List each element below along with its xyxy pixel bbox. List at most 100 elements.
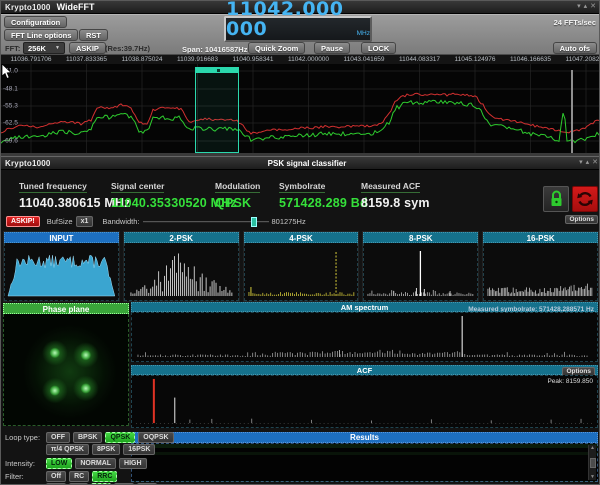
psk8-panel: 8-PSK bbox=[362, 231, 480, 302]
classifier-window: Krypto1000 PSK signal classifier ▾ ▴ ✕ T… bbox=[1, 156, 599, 484]
bufsize-button[interactable]: x1 bbox=[75, 216, 94, 227]
frequency-tick-label: 11043.041659 bbox=[343, 56, 385, 63]
filter-rrc-button[interactable]: RRC bbox=[92, 471, 118, 482]
fft-size-value: 256K bbox=[28, 43, 46, 53]
lock-toggle-button[interactable] bbox=[543, 186, 569, 212]
field-label: Modulation bbox=[215, 181, 261, 193]
field-label: Symbolrate bbox=[279, 181, 326, 193]
fft-label: FFT: bbox=[5, 44, 21, 53]
filter-rc-button[interactable]: RC bbox=[69, 471, 90, 482]
loop-oqpsk-button[interactable]: OQPSK bbox=[138, 432, 174, 443]
psk2-panel: 2-PSK bbox=[122, 231, 240, 302]
chevron-down-icon: ▼ bbox=[55, 45, 60, 51]
results-header: Results bbox=[131, 432, 598, 443]
results-list[interactable]: ▲ ▼ bbox=[131, 443, 598, 482]
results-title: Results bbox=[350, 433, 379, 442]
slider-handle[interactable] bbox=[250, 216, 257, 227]
classifier-app-name: Krypto1000 bbox=[5, 158, 51, 168]
scrollbar-thumb[interactable] bbox=[589, 457, 596, 468]
lock-button[interactable]: LOCK bbox=[361, 42, 397, 54]
resync-button[interactable] bbox=[572, 186, 598, 212]
loop-pi4qpsk-button[interactable]: π/4 QPSK bbox=[46, 444, 89, 455]
panel-body bbox=[243, 243, 359, 301]
intensity-low-button[interactable]: LOW bbox=[46, 458, 73, 469]
spectrum-plot[interactable]: -41.0 -48.1 -55.3 -62.5 -69.6 bbox=[1, 64, 599, 153]
resolution-label: (Res:39.7Hz) bbox=[105, 44, 151, 53]
panel-body bbox=[483, 243, 598, 301]
app-name: Krypto1000 bbox=[5, 2, 51, 12]
askip-status-button[interactable]: ASKIP! bbox=[6, 216, 40, 227]
bufsize-label: BufSize bbox=[46, 217, 73, 226]
window-close-icon[interactable]: ✕ bbox=[590, 2, 596, 12]
psk8-trace bbox=[367, 251, 474, 296]
field-label: Measured ACF bbox=[361, 181, 421, 193]
acf-trace bbox=[135, 378, 594, 424]
frequency-tick-label: 11045.124976 bbox=[454, 56, 496, 63]
frequency-tick-label: 11044.083317 bbox=[398, 56, 441, 63]
psk2-trace bbox=[130, 253, 233, 296]
window-title: WideFFT bbox=[56, 2, 95, 12]
panel-header: INPUT bbox=[4, 232, 119, 243]
frequency-display[interactable]: 11042.000 000 MHz bbox=[224, 1, 372, 42]
frequency-tick-label: 11046.166635 bbox=[509, 56, 552, 63]
auto-ofs-button[interactable]: Auto ofs bbox=[552, 42, 597, 54]
mouse-cursor-icon bbox=[1, 64, 12, 80]
am-spectrum-trace bbox=[137, 316, 588, 357]
phase-plane-header: Phase plane bbox=[3, 303, 129, 314]
pause-button[interactable]: Pause bbox=[314, 42, 351, 54]
frequency-tick-label: 11039.916683 bbox=[176, 56, 219, 63]
fft-line-options-button[interactable]: FFT Line options bbox=[4, 29, 79, 41]
classifier-options-button[interactable]: Options bbox=[565, 215, 598, 224]
application-window: Krypto1000 WideFFT ▾ ▴ ✕ Configuration F… bbox=[0, 0, 600, 485]
loop-bpsk-button[interactable]: BPSK bbox=[73, 432, 103, 443]
phase-plane-panel: Phase plane bbox=[3, 303, 129, 426]
intensity-normal-button[interactable]: NORMAL bbox=[75, 458, 117, 469]
loop-16psk-button[interactable]: 16PSK bbox=[123, 444, 156, 455]
window-close-icon[interactable]: ✕ bbox=[592, 158, 598, 168]
window-minimize-icon[interactable]: ▾ bbox=[579, 158, 583, 168]
input-spectrum-trace bbox=[7, 255, 116, 297]
am-spectrum-display[interactable] bbox=[131, 312, 598, 362]
psk4-panel: 4-PSK bbox=[242, 231, 360, 302]
field-value: 571428.289 Bd bbox=[279, 196, 368, 210]
intensity-high-button[interactable]: HIGH bbox=[119, 458, 147, 469]
modulation-field: Modulation QPSK bbox=[215, 176, 261, 210]
measured-acf-field: Measured ACF 8159.8 sym bbox=[361, 176, 430, 210]
acf-header: ACF Options bbox=[131, 365, 598, 376]
field-label: Signal center bbox=[111, 181, 165, 193]
results-scrollbar[interactable]: ▲ ▼ bbox=[588, 445, 596, 480]
phase-plane-display[interactable] bbox=[3, 314, 129, 426]
am-spectrum-header: AM spectrum Measured symbolrate: 571428.… bbox=[131, 302, 598, 313]
intensity-label: Intensity: bbox=[5, 459, 36, 468]
scroll-down-icon[interactable]: ▼ bbox=[590, 474, 595, 480]
span-label: Span: 10416587Hz bbox=[182, 45, 248, 54]
askip-button[interactable]: ASKIP bbox=[69, 42, 106, 54]
window-maximize-icon[interactable]: ▴ bbox=[584, 2, 588, 12]
bandwidth-slider[interactable] bbox=[142, 216, 269, 227]
scroll-up-icon[interactable]: ▲ bbox=[590, 445, 595, 451]
loop-off-button[interactable]: OFF bbox=[46, 432, 70, 443]
level-tick-label: -62.5 bbox=[3, 119, 18, 127]
selection-box[interactable] bbox=[195, 67, 239, 153]
panel-body bbox=[4, 243, 119, 301]
fft-size-dropdown[interactable]: 256K ▼ bbox=[23, 42, 65, 54]
fft-rate-label: 24 FFTs/sec bbox=[553, 18, 596, 27]
window-minimize-icon[interactable]: ▾ bbox=[577, 2, 581, 12]
filter-off-button[interactable]: Off bbox=[46, 471, 67, 482]
loop-8psk-button[interactable]: 8PSK bbox=[91, 444, 121, 455]
panel-header: 8-PSK bbox=[363, 232, 479, 243]
rst-button[interactable]: RST bbox=[79, 29, 108, 41]
spectrum-display: 11036.791706 11037.833365 11038.875024 1103… bbox=[1, 55, 600, 156]
quick-zoom-button[interactable]: Quick Zoom bbox=[248, 42, 306, 54]
psk16-trace bbox=[487, 283, 593, 296]
frequency-tick-label: 11047.208294 bbox=[565, 56, 600, 63]
classifier-titlebar[interactable]: Krypto1000 PSK signal classifier ▾ ▴ ✕ bbox=[1, 157, 599, 170]
frequency-axis: 11036.791706 11037.833365 11038.875024 1103… bbox=[1, 55, 600, 64]
window-maximize-icon[interactable]: ▴ bbox=[586, 158, 590, 168]
loop-qpsk-button[interactable]: QPSK bbox=[105, 432, 136, 443]
psk16-panel: 16-PSK bbox=[482, 231, 599, 302]
acf-display[interactable]: Peak: 8159.850 bbox=[131, 375, 598, 428]
field-value: QPSK bbox=[215, 196, 252, 210]
configuration-button[interactable]: Configuration bbox=[4, 16, 68, 28]
selection-box-header[interactable] bbox=[196, 68, 238, 73]
